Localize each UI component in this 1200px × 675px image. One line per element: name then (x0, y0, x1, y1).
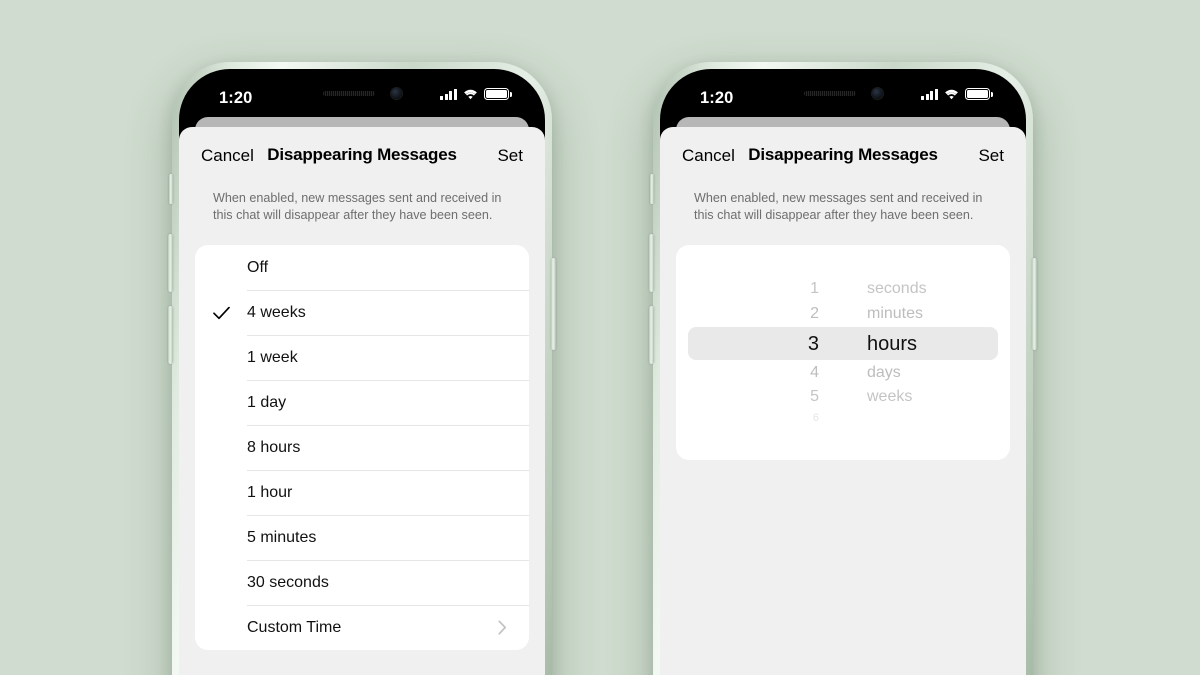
phone-screen-left: 1:20 Cancel Disappearing Messages Set Wh… (179, 69, 545, 675)
sheet-description: When enabled, new messages sent and rece… (213, 191, 502, 222)
mute-switch-button-right[interactable] (650, 174, 654, 204)
status-bar-time: 1:20 (700, 89, 734, 107)
picker-number-item[interactable]: 2 (676, 302, 845, 326)
set-button[interactable]: Set (978, 146, 1004, 166)
picker-unit-item[interactable]: minutes (845, 302, 1010, 326)
option-label: 30 seconds (247, 573, 329, 591)
option-label: 1 hour (247, 483, 293, 501)
status-bar-time: 1:20 (219, 89, 253, 107)
phone-device-right: 1:20 Cancel Disappearing Messages Set Wh… (649, 62, 1037, 675)
disappearing-messages-sheet-left: Cancel Disappearing Messages Set When en… (179, 127, 545, 675)
sheet-title: Disappearing Messages (748, 145, 938, 164)
cellular-signal-icon (921, 88, 938, 100)
picker-column-unit[interactable]: seconds minutes hours days weeks (845, 277, 1010, 427)
custom-time-picker-card: 123456 seconds minutes hours days weeks (676, 245, 1010, 460)
status-bar-indicators (921, 88, 993, 100)
duration-picker[interactable]: 123456 seconds minutes hours days weeks (676, 277, 1010, 427)
front-camera-icon (871, 87, 883, 99)
option-row[interactable]: Off (195, 245, 529, 290)
status-bar-right: 1:20 (660, 69, 1026, 123)
sheet-navbar-right: Cancel Disappearing Messages Set (660, 127, 1026, 183)
volume-up-button-right[interactable] (649, 234, 654, 292)
picker-number-item[interactable]: 4 (676, 361, 845, 385)
picker-number-item[interactable]: 3 (676, 328, 845, 360)
cellular-signal-icon (440, 88, 457, 100)
picker-column-number[interactable]: 123456 (676, 277, 845, 427)
battery-icon (965, 88, 993, 100)
status-bar-indicators (440, 88, 512, 100)
option-row[interactable]: 1 week (195, 335, 529, 380)
status-bar-left: 1:20 (179, 69, 545, 123)
notch (787, 83, 899, 103)
phone-screen-right: 1:20 Cancel Disappearing Messages Set Wh… (660, 69, 1026, 675)
battery-icon (484, 88, 512, 100)
option-label: Off (247, 258, 269, 276)
set-button[interactable]: Set (497, 146, 523, 166)
option-label: 4 weeks (247, 303, 306, 321)
option-row[interactable]: 4 weeks (195, 290, 529, 335)
notch (306, 83, 418, 103)
option-label: 1 day (247, 393, 287, 411)
power-button-left[interactable] (551, 258, 556, 350)
wifi-icon (463, 89, 478, 100)
row-separator (247, 425, 529, 426)
picker-unit-item[interactable]: days (845, 361, 1010, 385)
row-separator (247, 380, 529, 381)
row-separator (247, 605, 529, 606)
sheet-description: When enabled, new messages sent and rece… (694, 191, 983, 222)
volume-down-button-left[interactable] (168, 306, 173, 364)
row-separator (247, 290, 529, 291)
option-row[interactable]: 1 hour (195, 470, 529, 515)
option-row[interactable]: 8 hours (195, 425, 529, 470)
picker-number-item[interactable]: 1 (676, 277, 845, 301)
option-row[interactable]: 5 minutes (195, 515, 529, 560)
picker-unit-item[interactable]: seconds (845, 277, 1010, 301)
earpiece-speaker-icon (803, 90, 856, 96)
row-separator (247, 515, 529, 516)
power-button-right[interactable] (1032, 258, 1037, 350)
row-separator (247, 560, 529, 561)
volume-up-button-left[interactable] (168, 234, 173, 292)
chevron-right-icon (498, 620, 507, 635)
phone-device-left: 1:20 Cancel Disappearing Messages Set Wh… (168, 62, 556, 675)
disappearing-messages-sheet-right: Cancel Disappearing Messages Set When en… (660, 127, 1026, 675)
checkmark-icon (195, 306, 247, 320)
picker-unit-item[interactable]: weeks (845, 385, 1010, 409)
volume-down-button-right[interactable] (649, 306, 654, 364)
row-separator (247, 470, 529, 471)
option-row[interactable]: 30 seconds (195, 560, 529, 605)
front-camera-icon (390, 87, 402, 99)
screenshot-canvas: 1:20 Cancel Disappearing Messages Set Wh… (0, 0, 1200, 675)
option-label: 1 week (247, 348, 298, 366)
earpiece-speaker-icon (322, 90, 375, 96)
custom-time-row[interactable]: Custom Time (195, 605, 529, 650)
picker-number-item[interactable]: 6 (676, 406, 845, 430)
duration-options-list: Off 4 weeks 1 week 1 day 8 hours 1 hour 5 minu… (195, 245, 529, 650)
option-label: 5 minutes (247, 528, 317, 546)
wifi-icon (944, 89, 959, 100)
mute-switch-button-left[interactable] (169, 174, 173, 204)
option-label: 8 hours (247, 438, 301, 456)
sheet-title: Disappearing Messages (267, 145, 457, 164)
picker-unit-item[interactable]: hours (845, 328, 1010, 360)
option-row[interactable]: 1 day (195, 380, 529, 425)
custom-time-label: Custom Time (247, 618, 342, 636)
row-separator (247, 335, 529, 336)
sheet-navbar-left: Cancel Disappearing Messages Set (179, 127, 545, 183)
